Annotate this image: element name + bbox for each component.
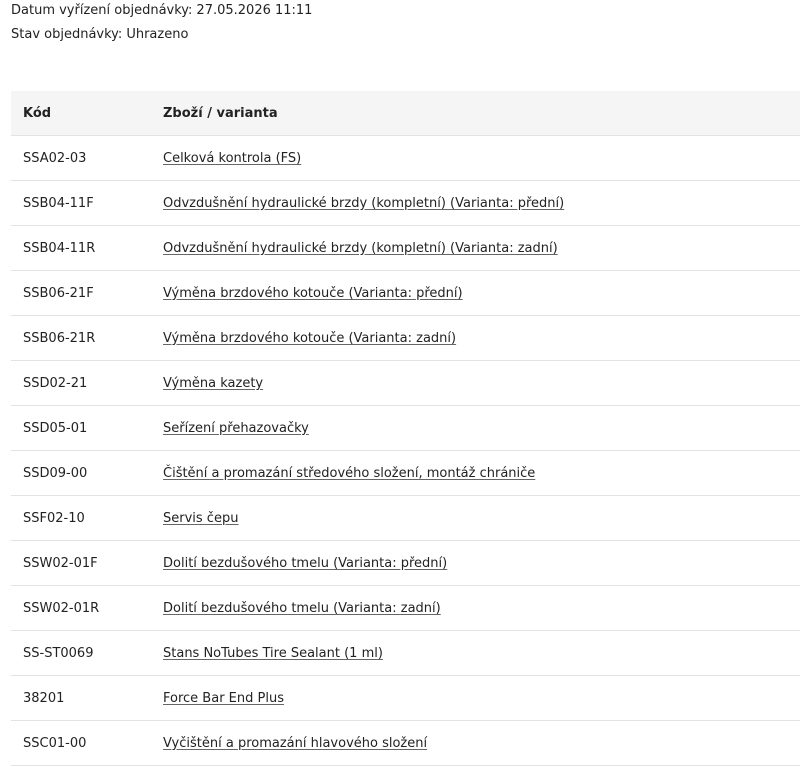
item-name-cell: Odvzdušnění hydraulické brzdy (kompletní… [151,180,800,226]
table-row: SSB06-21F Výměna brzdového kotouče (Vari… [11,270,800,316]
table-row: SSB04-11R Odvzdušnění hydraulické brzdy … [11,225,800,271]
table-row: SSW02-01F Dolití bezdušového tmelu (Vari… [11,540,800,586]
item-name-cell: Stans NoTubes Tire Sealant (1 ml) [151,630,800,676]
item-link[interactable]: Dolití bezdušového tmelu (Varianta: před… [163,556,447,571]
order-items-table: Kód Zboží / varianta SSA02-03 Celková ko… [11,91,800,766]
item-code: SSB06-21F [11,270,151,316]
table-row: 38201 Force Bar End Plus [11,675,800,721]
table-row: SS-ST0069 Stans NoTubes Tire Sealant (1 … [11,630,800,676]
item-code: SSD05-01 [11,405,151,451]
column-header-product: Zboží / varianta [151,91,800,136]
table-row: SSD05-01 Seřízení přehazovačky [11,405,800,451]
order-date-line: Datum vyřízení objednávky: 27.05.2026 11:… [11,2,800,26]
item-link[interactable]: Odvzdušnění hydraulické brzdy (kompletní… [163,241,558,256]
item-link[interactable]: Dolití bezdušového tmelu (Varianta: zadn… [163,601,441,616]
item-link[interactable]: Výměna brzdového kotouče (Varianta: zadn… [163,331,456,346]
column-header-code: Kód [11,91,151,136]
item-link[interactable]: Vyčištění a promazání hlavového složení [163,736,427,751]
item-code: SSF02-10 [11,495,151,541]
table-row: SSB06-21R Výměna brzdového kotouče (Vari… [11,315,800,361]
order-status-line: Stav objednávky: Uhrazeno [11,26,800,50]
item-code: 38201 [11,675,151,721]
table-row: SSD02-21 Výměna kazety [11,360,800,406]
item-link[interactable]: Výměna kazety [163,376,263,391]
item-code: SSW02-01F [11,540,151,586]
item-name-cell: Čištění a promazání středového složení, … [151,450,800,496]
item-code: SSC01-00 [11,720,151,766]
item-link[interactable]: Výměna brzdového kotouče (Varianta: před… [163,286,463,301]
item-code: SSB04-11R [11,225,151,271]
table-row: SSW02-01R Dolití bezdušového tmelu (Vari… [11,585,800,631]
order-meta: Datum vyřízení objednávky: 27.05.2026 11:… [0,0,800,50]
table-row: SSF02-10 Servis čepu [11,495,800,541]
item-name-cell: Force Bar End Plus [151,675,800,721]
order-status-label: Stav objednávky: [11,27,123,42]
item-code: SSD02-21 [11,360,151,406]
item-name-cell: Odvzdušnění hydraulické brzdy (kompletní… [151,225,800,271]
item-link[interactable]: Celková kontrola (FS) [163,151,301,166]
table-row: SSC01-00 Vyčištění a promazání hlavového… [11,720,800,766]
item-link[interactable]: Odvzdušnění hydraulické brzdy (kompletní… [163,196,564,211]
item-code: SSB06-21R [11,315,151,361]
item-name-cell: Celková kontrola (FS) [151,135,800,181]
item-name-cell: Výměna brzdového kotouče (Varianta: zadn… [151,315,800,361]
item-name-cell: Vyčištění a promazání hlavového složení [151,720,800,766]
item-name-cell: Dolití bezdušového tmelu (Varianta: zadn… [151,585,800,631]
table-row: SSD09-00 Čištění a promazání středového … [11,450,800,496]
item-code: SSD09-00 [11,450,151,496]
item-name-cell: Výměna brzdového kotouče (Varianta: před… [151,270,800,316]
item-link[interactable]: Čištění a promazání středového složení, … [163,466,535,481]
item-name-cell: Dolití bezdušového tmelu (Varianta: před… [151,540,800,586]
item-name-cell: Výměna kazety [151,360,800,406]
item-code: SSW02-01R [11,585,151,631]
table-row: SSB04-11F Odvzdušnění hydraulické brzdy … [11,180,800,226]
item-link[interactable]: Servis čepu [163,511,238,526]
item-code: SSB04-11F [11,180,151,226]
item-code: SSA02-03 [11,135,151,181]
order-date-value: 27.05.2026 11:11 [196,3,313,18]
item-link[interactable]: Seřízení přehazovačky [163,421,309,436]
item-name-cell: Servis čepu [151,495,800,541]
item-link[interactable]: Force Bar End Plus [163,691,284,706]
item-name-cell: Seřízení přehazovačky [151,405,800,451]
order-date-label: Datum vyřízení objednávky: [11,3,193,18]
order-status-value: Uhrazeno [126,27,189,42]
item-link[interactable]: Stans NoTubes Tire Sealant (1 ml) [163,646,383,661]
table-header-row: Kód Zboží / varianta [11,91,800,136]
table-row: SSA02-03 Celková kontrola (FS) [11,135,800,181]
item-code: SS-ST0069 [11,630,151,676]
